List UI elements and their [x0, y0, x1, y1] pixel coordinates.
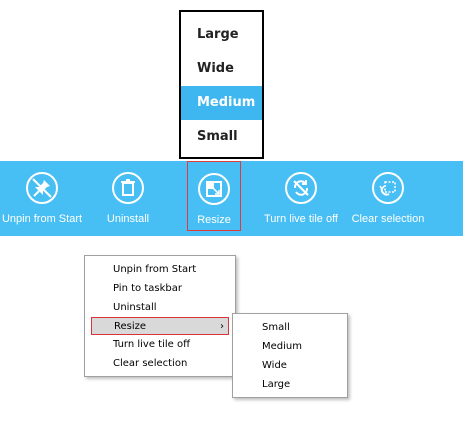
unpin-icon	[26, 172, 58, 204]
size-option-medium[interactable]: Medium	[181, 86, 262, 120]
resize-label: Resize	[197, 214, 231, 226]
menu-item-resize[interactable]: Resize ›	[91, 317, 229, 335]
turn-live-tile-off-label: Turn live tile off	[264, 213, 338, 225]
clear-selection-label: Clear selection	[351, 213, 425, 225]
clear-selection-button[interactable]: Clear selection	[351, 161, 425, 236]
uninstall-button[interactable]: Uninstall	[92, 161, 164, 236]
submenu-arrow-icon: ›	[220, 321, 224, 332]
menu-item-resize-label: Resize	[114, 321, 147, 332]
submenu-item-large[interactable]: Large	[262, 376, 290, 394]
uninstall-label: Uninstall	[106, 213, 150, 225]
context-menu: Unpin from Start Pin to taskbar Uninstal…	[84, 255, 236, 377]
submenu-item-medium[interactable]: Medium	[262, 338, 302, 356]
menu-item-unpin-from-start[interactable]: Unpin from Start	[91, 261, 229, 279]
clear-selection-icon	[372, 172, 404, 204]
menu-item-pin-to-taskbar[interactable]: Pin to taskbar	[91, 280, 229, 298]
app-bar: Unpin from Start Uninstall Resize Turn l…	[0, 161, 463, 236]
turn-live-tile-off-button[interactable]: Turn live tile off	[262, 161, 340, 236]
trash-icon	[112, 172, 144, 204]
menu-item-clear-selection[interactable]: Clear selection	[91, 355, 229, 373]
size-option-small[interactable]: Small	[181, 120, 262, 154]
submenu-item-small[interactable]: Small	[262, 319, 290, 337]
unpin-from-start-button[interactable]: Unpin from Start	[0, 161, 84, 236]
size-option-wide[interactable]: Wide	[181, 52, 262, 86]
unpin-from-start-label: Unpin from Start	[1, 213, 83, 225]
submenu-item-wide[interactable]: Wide	[262, 357, 287, 375]
live-tile-off-icon	[285, 172, 317, 204]
resize-button[interactable]: Resize	[187, 161, 241, 231]
resize-icon	[198, 173, 230, 205]
size-option-large[interactable]: Large	[181, 18, 262, 52]
menu-item-uninstall[interactable]: Uninstall	[91, 299, 229, 317]
resize-submenu: Small Medium Wide Large	[232, 313, 348, 398]
menu-item-turn-live-tile-off[interactable]: Turn live tile off	[91, 336, 229, 354]
size-flyout: Large Wide Medium Small	[179, 10, 264, 159]
